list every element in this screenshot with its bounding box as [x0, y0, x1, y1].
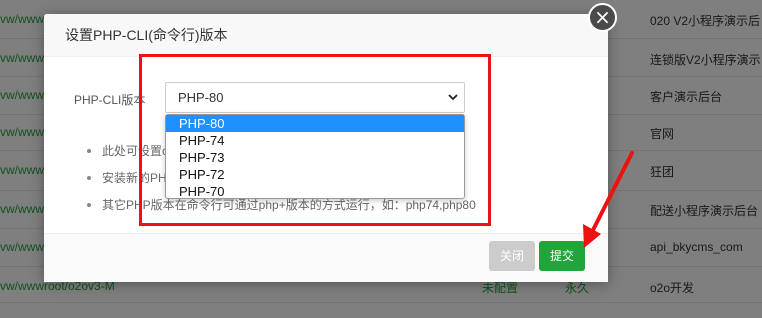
annotation-arrow-icon	[583, 151, 634, 248]
close-icon[interactable]: ×	[588, 3, 617, 32]
php-cli-version-label: PHP-CLI版本	[74, 93, 146, 107]
dialog-title: 设置PHP-CLI(命令行)版本	[44, 14, 608, 57]
close-button[interactable]: 关闭	[489, 241, 535, 271]
annotation-highlight-box	[139, 54, 491, 226]
